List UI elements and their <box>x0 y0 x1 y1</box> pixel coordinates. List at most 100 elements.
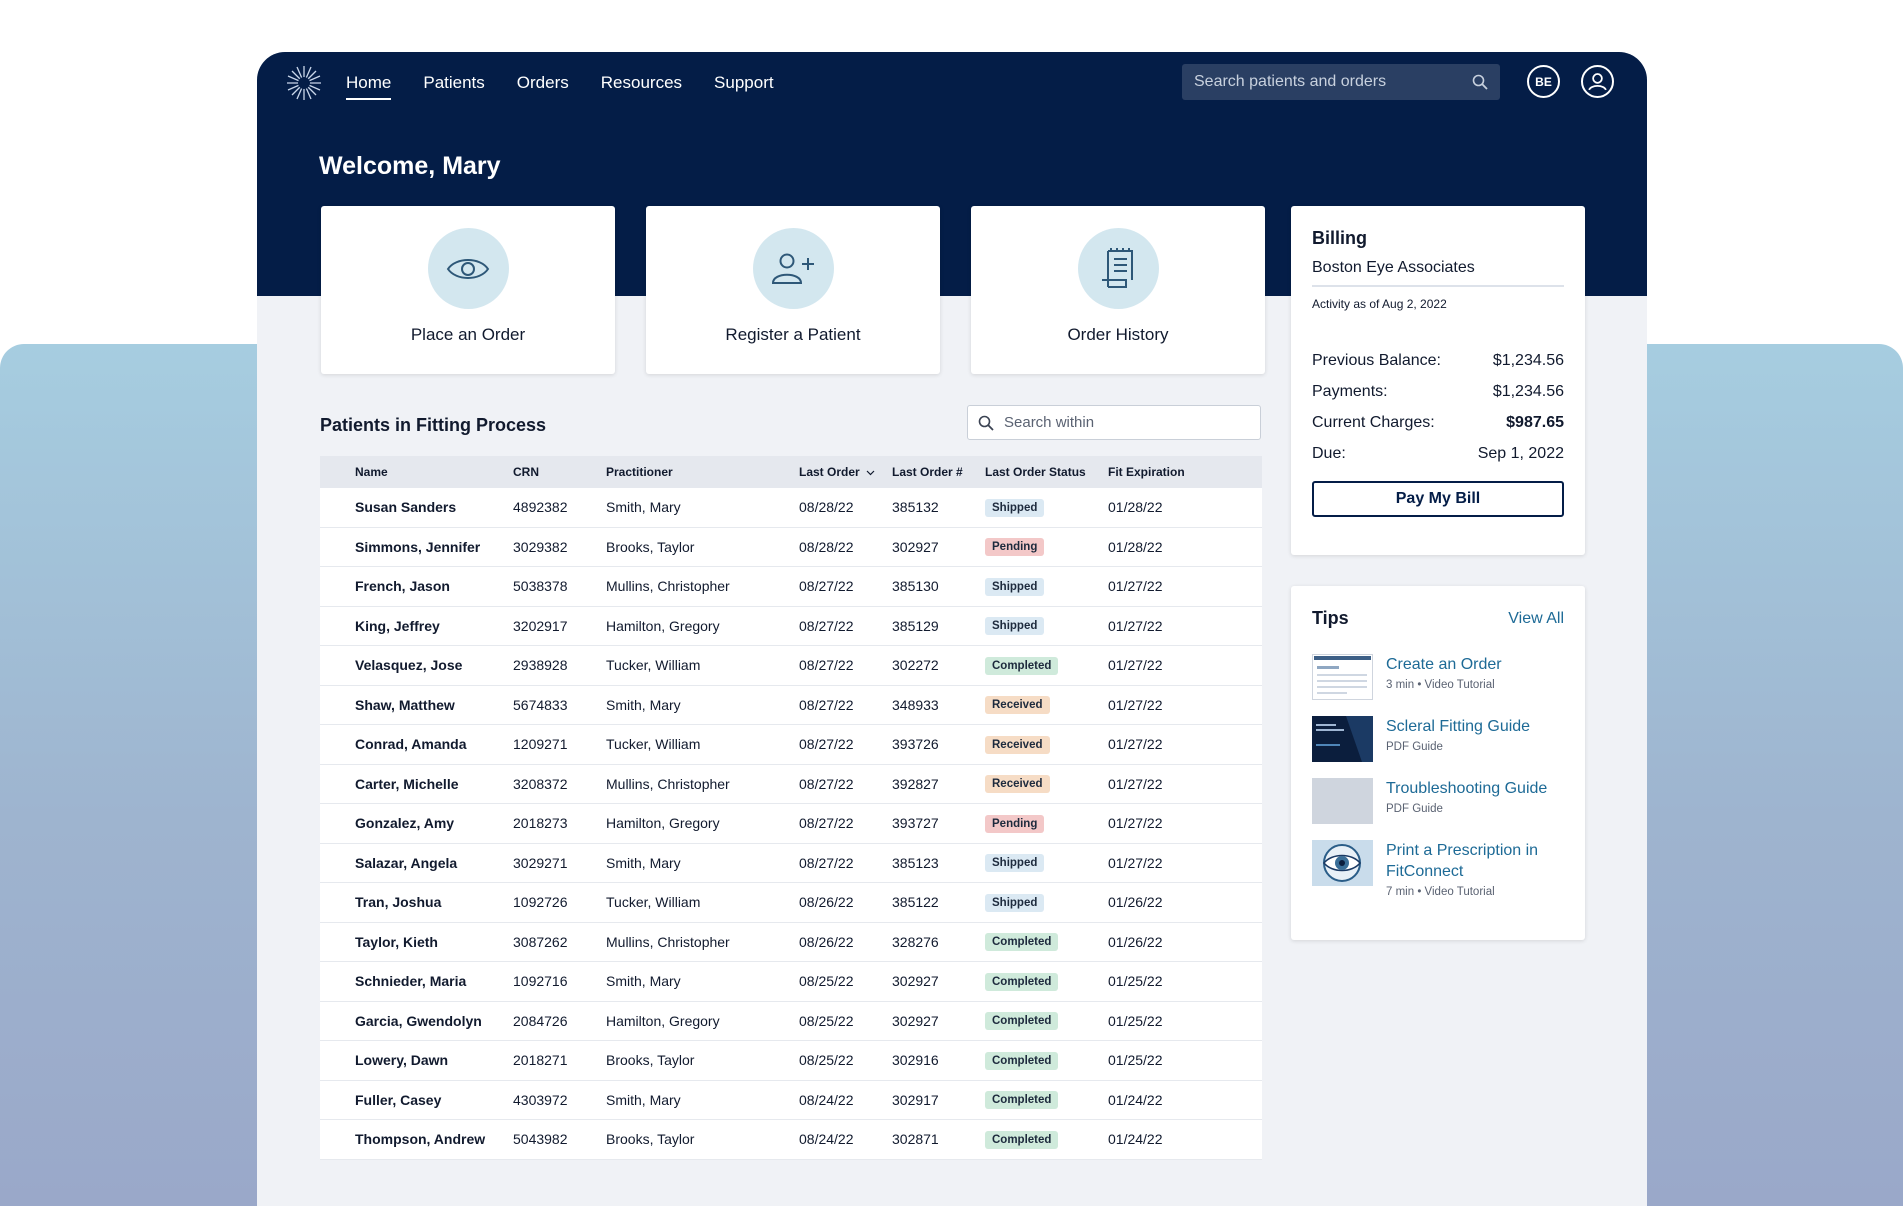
search-icon <box>978 415 994 431</box>
column-header-last-order-status[interactable]: Last Order Status <box>985 465 1108 479</box>
cell-crn: 4303972 <box>513 1091 568 1108</box>
cell-last-order-number: 302916 <box>892 1052 939 1069</box>
nav-resources[interactable]: Resources <box>601 72 682 100</box>
column-header-last-order-number[interactable]: Last Order # <box>892 465 985 479</box>
account-initials-button[interactable]: BE <box>1527 65 1560 98</box>
nav-home[interactable]: Home <box>346 72 392 100</box>
cell-last-order-number: 302917 <box>892 1091 939 1108</box>
table-row[interactable]: Lowery, Dawn 2018271 Brooks, Taylor 08/25/2… <box>320 1041 1262 1081</box>
tip-title[interactable]: Create an Order <box>1386 654 1502 675</box>
nav-orders[interactable]: Orders <box>517 72 569 100</box>
cell-crn: 4892382 <box>513 499 568 516</box>
cell-status: Shipped <box>985 893 1108 912</box>
cell-status: Completed <box>985 1130 1108 1149</box>
cell-status: Shipped <box>985 577 1108 596</box>
table-row[interactable]: Shaw, Matthew 5674833 Smith, Mary 08/27/22 3… <box>320 686 1262 725</box>
column-header-practitioner[interactable]: Practitioner <box>606 465 799 479</box>
table-header: Name CRN Practitioner Last Order Last Or… <box>320 456 1262 488</box>
cell-last-order-number: 302927 <box>892 973 939 990</box>
table-row[interactable]: Gonzalez, Amy 2018273 Hamilton, Gregory 08/… <box>320 804 1262 844</box>
register-patient-card[interactable]: Register a Patient <box>646 206 940 374</box>
cell-fit-expiration: 01/27/22 <box>1108 815 1163 832</box>
cell-last-order-number: 385132 <box>892 499 939 516</box>
tips-header: Tips View All <box>1312 608 1564 629</box>
status-badge: Completed <box>985 1091 1059 1110</box>
user-profile-icon[interactable] <box>1581 65 1614 98</box>
tips-card: Tips View All Create an Order 3 min • Vi… <box>1291 586 1585 940</box>
cell-last-order: 08/28/22 <box>799 499 854 516</box>
billing-label: Current Charges: <box>1312 413 1435 431</box>
column-header-fit-expiration[interactable]: Fit Expiration <box>1108 465 1228 479</box>
cell-name: French, Jason <box>355 578 450 595</box>
cell-practitioner: Smith, Mary <box>606 499 681 516</box>
table-row[interactable]: Velasquez, Jose 2938928 Tucker, William 08/… <box>320 646 1262 686</box>
cell-last-order-number: 302927 <box>892 538 939 555</box>
app-window: Home Patients Orders Resources Support S… <box>257 52 1647 1206</box>
cell-practitioner: Smith, Mary <box>606 973 681 990</box>
table-row[interactable]: Taylor, Kieth 3087262 Mullins, Christopher… <box>320 923 1262 962</box>
column-header-last-order[interactable]: Last Order <box>799 465 892 479</box>
place-order-label: Place an Order <box>410 325 526 344</box>
column-header-name[interactable]: Name <box>320 465 513 479</box>
tip-item[interactable]: Scleral Fitting Guide PDF Guide <box>1312 716 1530 762</box>
cell-last-order: 08/27/22 <box>799 696 854 713</box>
search-icon[interactable] <box>1472 74 1488 90</box>
table-body: Susan Sanders 4892382 Smith, Mary 08/28/22 3… <box>320 488 1262 1160</box>
cell-name: King, Jeffrey <box>355 617 440 634</box>
cell-name: Lowery, Dawn <box>355 1052 449 1069</box>
table-row[interactable]: King, Jeffrey 3202917 Hamilton, Gregory 08/… <box>320 607 1262 646</box>
table-row[interactable]: Schnieder, Maria 1092716 Smith, Mary 08/25/… <box>320 962 1262 1002</box>
billing-label: Previous Balance: <box>1312 351 1441 369</box>
table-row[interactable]: Fuller, Casey 4303972 Smith, Mary 08/24/22 3… <box>320 1081 1262 1120</box>
table-row[interactable]: Conrad, Amanda 1209271 Tucker, William 08/2… <box>320 725 1262 765</box>
table-row[interactable]: Garcia, Gwendolyn 2084726 Hamilton, Gregor… <box>320 1002 1262 1041</box>
cell-last-order-number: 393726 <box>892 736 939 753</box>
cell-last-order: 08/27/22 <box>799 815 854 832</box>
cell-last-order-number: 385122 <box>892 894 939 911</box>
billing-as-of: Activity as of Aug 2, 2022 <box>1312 297 1447 311</box>
cell-practitioner: Tucker, William <box>606 894 701 911</box>
column-header-crn[interactable]: CRN <box>513 465 606 479</box>
place-order-card[interactable]: Place an Order <box>321 206 615 374</box>
tip-item[interactable]: Create an Order 3 min • Video Tutorial <box>1312 654 1502 700</box>
eye-video-thumbnail-icon <box>1312 840 1373 886</box>
tip-item[interactable]: Troubleshooting Guide PDF Guide <box>1312 778 1547 824</box>
cell-name: Salazar, Angela <box>355 854 458 871</box>
order-history-card[interactable]: Order History <box>971 206 1265 374</box>
billing-row-current-charges: Current Charges: $987.65 <box>1312 407 1564 438</box>
tip-subtitle: 3 min • Video Tutorial <box>1386 679 1495 691</box>
tips-view-all-link[interactable]: View All <box>1508 610 1564 628</box>
tip-item[interactable]: Print a Prescription in FitConnect 7 min… <box>1312 840 1585 898</box>
receipt-icon <box>1102 247 1133 288</box>
tip-title[interactable]: Print a Prescription in FitConnect <box>1386 840 1585 882</box>
tip-title[interactable]: Scleral Fitting Guide <box>1386 716 1530 737</box>
account-initials: BE <box>1535 74 1552 89</box>
search-within-input[interactable]: Search within <box>967 405 1261 440</box>
table-row[interactable]: Tran, Joshua 1092726 Tucker, William 08/26/… <box>320 883 1262 923</box>
table-row[interactable]: Salazar, Angela 3029271 Smith, Mary 08/27/2… <box>320 844 1262 883</box>
table-row[interactable]: Simmons, Jennifer 3029382 Brooks, Taylor 08… <box>320 528 1262 567</box>
global-search-input[interactable]: Search patients and orders <box>1182 64 1500 100</box>
cell-name: Simmons, Jennifer <box>355 538 481 555</box>
logo-icon[interactable] <box>285 64 323 102</box>
tip-subtitle: PDF Guide <box>1386 803 1443 815</box>
table-row[interactable]: French, Jason 5038378 Mullins, Christopher… <box>320 567 1262 607</box>
nav-patients[interactable]: Patients <box>423 72 484 100</box>
cell-crn: 1092716 <box>513 973 568 990</box>
cell-last-order: 08/26/22 <box>799 894 854 911</box>
cell-name: Susan Sanders <box>355 499 457 516</box>
eye-icon <box>446 258 490 279</box>
status-badge: Completed <box>985 1130 1059 1149</box>
cell-last-order: 08/25/22 <box>799 1012 854 1029</box>
table-row[interactable]: Thompson, Andrew 5043982 Brooks, Taylor 08/… <box>320 1120 1262 1160</box>
pdf-thumbnail-icon <box>1312 778 1373 824</box>
cell-fit-expiration: 01/24/22 <box>1108 1131 1163 1148</box>
table-row[interactable]: Susan Sanders 4892382 Smith, Mary 08/28/22 3… <box>320 488 1262 528</box>
tip-title[interactable]: Troubleshooting Guide <box>1386 778 1547 799</box>
cell-status: Completed <box>985 656 1108 675</box>
pay-bill-button[interactable]: Pay My Bill <box>1312 481 1564 517</box>
table-row[interactable]: Carter, Michelle 3208372 Mullins, Christop… <box>320 765 1262 804</box>
nav-support[interactable]: Support <box>714 72 774 100</box>
cell-practitioner: Smith, Mary <box>606 854 681 871</box>
status-badge: Received <box>985 775 1050 794</box>
